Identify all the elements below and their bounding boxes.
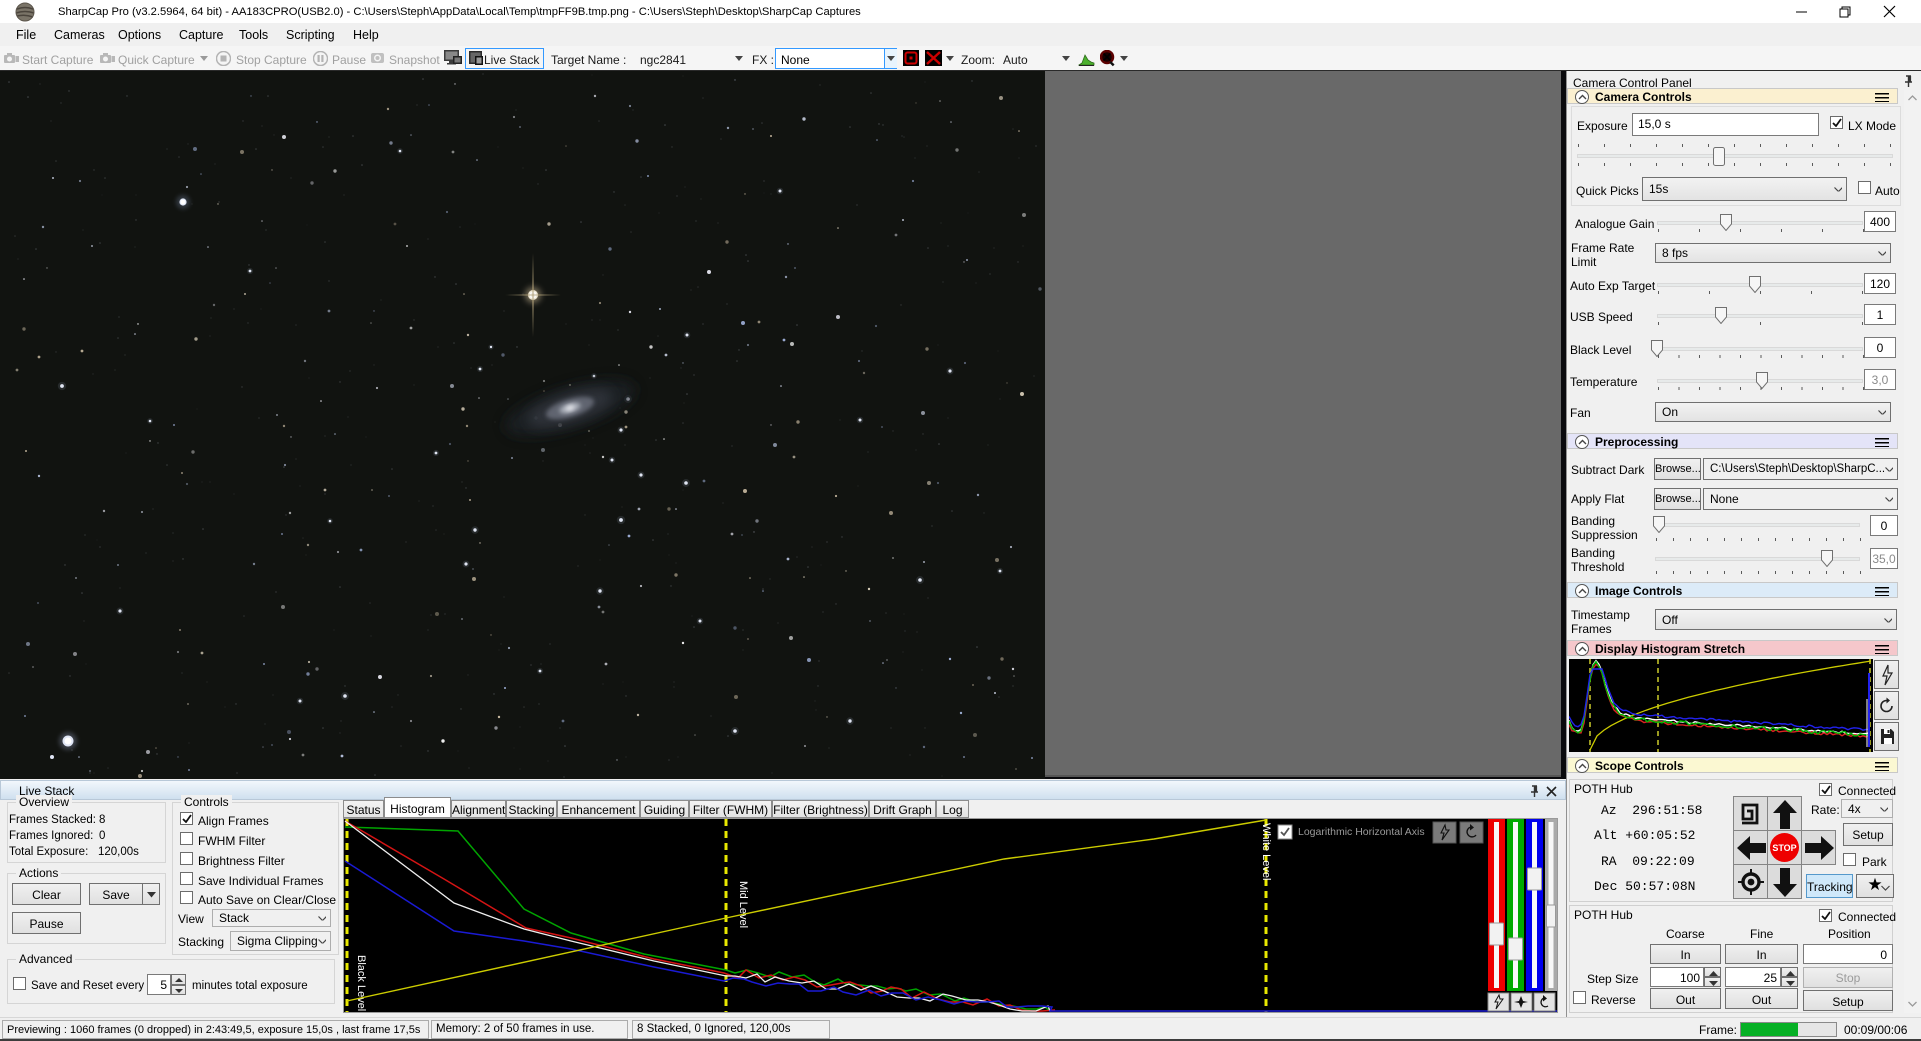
svg-text:White Level: White Level	[1260, 823, 1272, 880]
svg-text:Mid Level: Mid Level	[737, 881, 749, 928]
svg-text:Logarithmic Horizontal Axis: Logarithmic Horizontal Axis	[1298, 826, 1425, 838]
svg-text:Black Level: Black Level	[355, 955, 367, 1011]
